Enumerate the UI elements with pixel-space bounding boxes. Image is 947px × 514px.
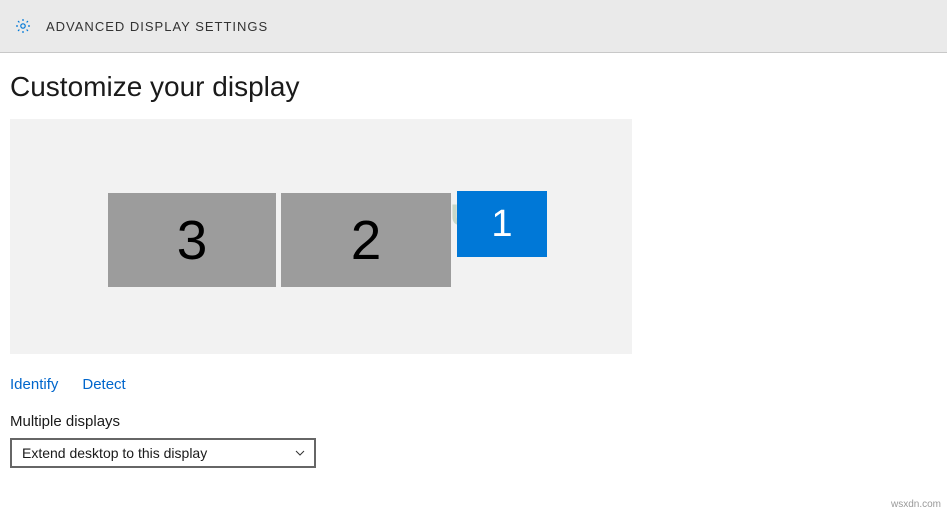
window-titlebar: ADVANCED DISPLAY SETTINGS — [0, 0, 947, 53]
multiple-displays-dropdown[interactable]: Extend desktop to this display — [10, 438, 316, 468]
monitor-label: 3 — [177, 208, 208, 272]
content-area: Customize your display APPUALS 3 2 1 Ide… — [0, 53, 947, 468]
identify-link[interactable]: Identify — [10, 376, 58, 393]
monitor-3[interactable]: 3 — [108, 193, 276, 287]
monitor-label: 1 — [491, 203, 512, 246]
window-title: ADVANCED DISPLAY SETTINGS — [46, 19, 268, 34]
detect-link[interactable]: Detect — [82, 376, 125, 393]
chevron-down-icon — [294, 447, 306, 459]
display-actions-row: Identify Detect — [10, 376, 937, 393]
monitor-1[interactable]: 1 — [457, 191, 547, 257]
attribution-text: wsxdn.com — [891, 499, 941, 510]
gear-icon — [14, 17, 32, 35]
dropdown-selected-value: Extend desktop to this display — [22, 445, 207, 461]
monitor-2[interactable]: 2 — [281, 193, 451, 287]
multiple-displays-label: Multiple displays — [10, 413, 937, 430]
page-title: Customize your display — [10, 71, 937, 103]
display-arrangement-panel[interactable]: APPUALS 3 2 1 — [10, 119, 632, 354]
monitor-label: 2 — [351, 208, 382, 272]
